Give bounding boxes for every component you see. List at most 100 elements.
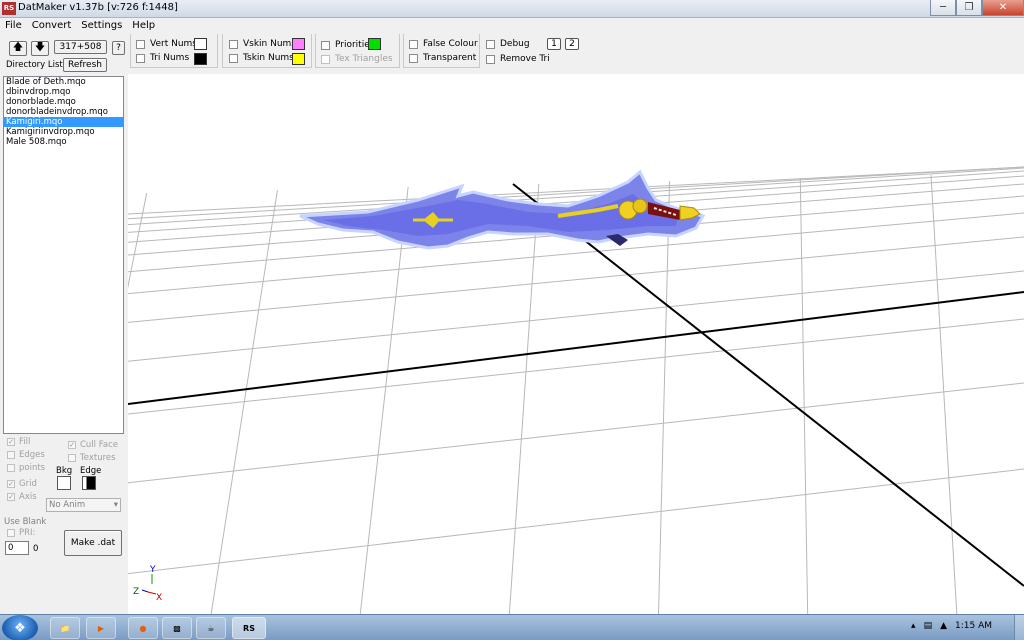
minimize-button[interactable]: ─ [930, 0, 956, 16]
menu-convert[interactable]: Convert [27, 18, 77, 34]
clock[interactable]: 1:15 AM [955, 621, 992, 631]
bkg-label: Bkg [56, 466, 73, 476]
help-button[interactable]: ? [112, 41, 125, 55]
console-taskbar-button[interactable]: ▩ [162, 617, 192, 639]
debug-field-2[interactable]: 2 [565, 38, 579, 50]
tskin-nums-color[interactable] [292, 53, 305, 65]
transparent-checkbox[interactable]: Transparent [409, 53, 476, 63]
pri-checkbox[interactable]: PRI: [7, 528, 35, 538]
refresh-button[interactable]: Refresh [63, 58, 107, 72]
firefox-taskbar-button[interactable]: ● [128, 617, 158, 639]
java-taskbar-button[interactable]: ☕ [196, 617, 226, 639]
make-dat-button[interactable]: Make .dat [64, 530, 122, 556]
move-down-button[interactable]: 🡇 [31, 41, 49, 56]
restore-icon: ❐ [964, 2, 974, 13]
viewport-canvas[interactable]: Y Z X [128, 74, 1024, 614]
list-item[interactable]: Male 508.mqo [4, 137, 123, 147]
debug-field-1[interactable]: 1 [547, 38, 561, 50]
console-icon: ▩ [173, 623, 181, 633]
list-item[interactable]: dbinvdrop.mqo [4, 87, 123, 97]
pri-input[interactable]: 0 [5, 541, 29, 555]
play-icon: ▶ [97, 623, 105, 633]
app-icon: RS [2, 2, 16, 15]
file-list[interactable]: Blade of Deth.mqo dbinvdrop.mqo donorbla… [3, 76, 124, 434]
textures-checkbox[interactable]: Textures [68, 453, 116, 463]
debug-checkbox[interactable]: Debug [486, 39, 530, 49]
tex-triangles-checkbox[interactable]: Tex Triangles [321, 54, 393, 64]
list-item[interactable]: Blade of Deth.mqo [4, 77, 123, 87]
left-panel: Blade of Deth.mqo dbinvdrop.mqo donorbla… [0, 74, 128, 614]
taskbar: ❖ 📁 ▶ ● ▩ ☕ RS ▴ ▤ ▲ 1:15 AM [0, 614, 1024, 640]
grid-checkbox[interactable]: ✓ Grid [7, 479, 37, 489]
list-item[interactable]: donorblade.mqo [4, 97, 123, 107]
menu-file[interactable]: File [0, 18, 27, 34]
list-item-selected[interactable]: Kamigiri.mqo [4, 117, 123, 127]
priorities-color[interactable] [368, 38, 381, 50]
edge-color-swatch[interactable] [82, 476, 96, 490]
vert-nums-checkbox[interactable]: Vert Nums [136, 39, 197, 49]
fill-checkbox[interactable]: ✓ Fill [7, 437, 30, 447]
windows-logo-icon: ❖ [14, 620, 26, 636]
window-controls: ─ ❐ ✕ [930, 0, 1024, 16]
edge-label: Edge [80, 466, 102, 476]
chevron-down-icon: ▾ [113, 500, 118, 510]
arrow-up-icon: 🡅 [12, 42, 24, 53]
false-colour-checkbox[interactable]: False Colour [409, 39, 478, 49]
move-up-button[interactable]: 🡅 [9, 41, 27, 56]
firefox-icon: ● [139, 623, 147, 633]
axis-y-label: Y [149, 565, 156, 575]
menu-help[interactable]: Help [127, 18, 160, 34]
cull-face-checkbox[interactable]: ✓ Cull Face [68, 440, 118, 450]
folder-icon: 📁 [60, 623, 70, 633]
network-icon[interactable]: ▤ [924, 621, 933, 631]
tri-nums-color[interactable] [194, 53, 207, 65]
start-button[interactable]: ❖ [2, 615, 38, 640]
rs-taskbar-button[interactable]: RS [232, 617, 266, 639]
menu-bar: File Convert Settings Help [0, 18, 1024, 34]
points-checkbox[interactable]: points [7, 463, 45, 473]
close-button[interactable]: ✕ [982, 0, 1024, 16]
toolbar: 🡅 🡇 317+508 ? Directory List Refresh Ver… [0, 34, 1024, 74]
system-tray: ▴ ▤ ▲ 1:15 AM [911, 621, 992, 631]
grid-line [359, 186, 409, 614]
grid-line [128, 318, 1024, 415]
vskin-nums-checkbox[interactable]: Vskin Nums [229, 39, 296, 49]
show-hidden-icon[interactable]: ▴ [911, 621, 916, 631]
signal-icon[interactable]: ▲ [940, 621, 947, 631]
list-item[interactable]: Kamigiriinvdrop.mqo [4, 127, 123, 137]
vskin-nums-color[interactable] [292, 38, 305, 50]
edges-checkbox[interactable]: Edges [7, 450, 45, 460]
axis-x-label: X [156, 593, 162, 603]
maximize-button[interactable]: ❐ [956, 0, 982, 16]
vert-nums-color[interactable] [194, 38, 207, 50]
counter-button[interactable]: 317+508 [54, 40, 107, 54]
grid-line [799, 177, 809, 614]
explorer-taskbar-button[interactable]: 📁 [50, 617, 80, 639]
java-icon: ☕ [207, 623, 215, 633]
close-icon: ✕ [998, 2, 1008, 13]
axis-gizmo: Y Z X [133, 565, 162, 603]
bkg-color-swatch[interactable] [57, 476, 71, 490]
pri-count: 0 [33, 544, 39, 554]
window-title: DatMaker v1.37b [v:726 f:1448] [18, 2, 178, 13]
grid-line [930, 174, 958, 614]
grid-line [128, 382, 1024, 484]
priorities-checkbox[interactable]: Priorities [321, 40, 374, 50]
title-bar: RS DatMaker v1.37b [v:726 f:1448] ─ ❐ ✕ [0, 0, 1024, 18]
list-item[interactable]: donorbladeinvdrop.mqo [4, 107, 123, 117]
arrow-down-icon: 🡇 [34, 42, 46, 53]
media-taskbar-button[interactable]: ▶ [86, 617, 116, 639]
grid-line [508, 183, 540, 614]
3d-viewport[interactable]: Y Z X [128, 74, 1024, 614]
menu-settings[interactable]: Settings [76, 18, 127, 34]
tskin-nums-checkbox[interactable]: Tskin Nums [229, 53, 294, 63]
grid-line [128, 468, 1024, 575]
remove-tri-checkbox[interactable]: Remove Tri [486, 54, 550, 64]
anim-select[interactable]: No Anim ▾ [46, 498, 121, 512]
directory-list-label: Directory List [6, 60, 63, 70]
show-desktop-button[interactable] [1014, 615, 1024, 640]
axis-checkbox[interactable]: ✓ Axis [7, 492, 37, 502]
tri-nums-checkbox[interactable]: Tri Nums [136, 53, 189, 63]
axis-z-label: Z [133, 587, 139, 597]
use-blank-label: Use Blank [4, 517, 47, 527]
